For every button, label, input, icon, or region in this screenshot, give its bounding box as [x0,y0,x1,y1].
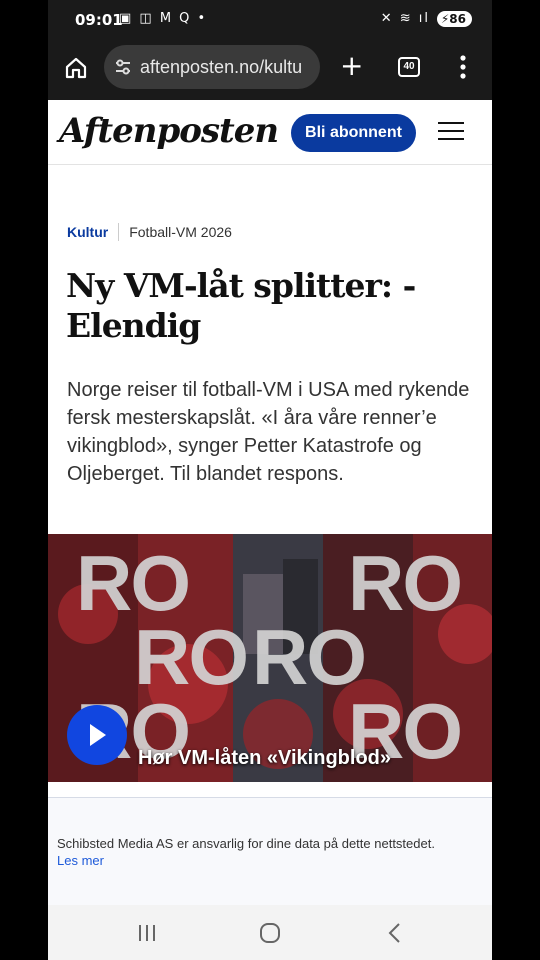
article-headline: Ny VM-låt splitter: - Elendig [66,266,416,345]
phone-screen: 09:01 ▣ ◫ M Q • ✕ ≋ ıl ⚡86 aftenposten.n… [48,0,492,960]
home-icon[interactable] [64,56,88,80]
consent-text: Schibsted Media AS er ansvarlig for dine… [57,836,435,851]
battery-indicator: ⚡86 [436,11,472,27]
status-time: 09:01 [75,11,123,29]
back-chevron-icon[interactable] [380,920,410,946]
category-link[interactable]: Kultur [67,224,108,240]
system-icons: ✕ ≋ ıl [380,11,430,26]
battery-level: 86 [449,12,466,26]
recents-icon[interactable] [132,920,162,946]
read-more-link[interactable]: Les mer [57,853,104,868]
notification-icons: ▣ ◫ M Q • [119,11,208,26]
breadcrumb-divider [118,223,120,241]
tune-icon[interactable] [114,58,132,76]
article-lead: Norge reiser til fotball-VM i USA med ry… [67,379,470,485]
topic-link[interactable]: Fotball-VM 2026 [129,224,232,240]
video-player[interactable]: RO RO RO RO RO RO Hør VM-låten «Vikingbl… [48,534,492,782]
system-navigation-bar [48,905,492,960]
subscribe-button[interactable]: Bli abonnent [291,114,416,152]
tab-switcher-icon[interactable]: 40 [398,57,420,77]
consent-banner: Schibsted Media AS er ansvarlig for dine… [48,797,492,906]
address-bar[interactable]: aftenposten.no/kultu [104,45,320,89]
aftenposten-logo[interactable]: Aftenposten [59,111,279,151]
browser-toolbar: aftenposten.no/kultu + 40 [48,40,492,100]
article-breadcrumb: Kultur Fotball-VM 2026 [67,223,232,241]
video-title: Hør VM-låten «Vikingblod» [138,747,391,769]
more-vert-icon[interactable] [460,55,466,79]
home-circle-icon[interactable] [255,920,285,946]
tab-count: 40 [403,61,415,72]
plus-icon[interactable]: + [340,52,363,80]
play-icon [90,724,106,746]
status-bar: 09:01 ▣ ◫ M Q • ✕ ≋ ıl ⚡86 [48,0,492,40]
site-header: Aftenposten Bli abonnent [48,100,492,165]
url-text: aftenposten.no/kultu [140,57,303,77]
play-button[interactable] [67,705,127,765]
hamburger-menu-icon[interactable] [438,122,464,142]
